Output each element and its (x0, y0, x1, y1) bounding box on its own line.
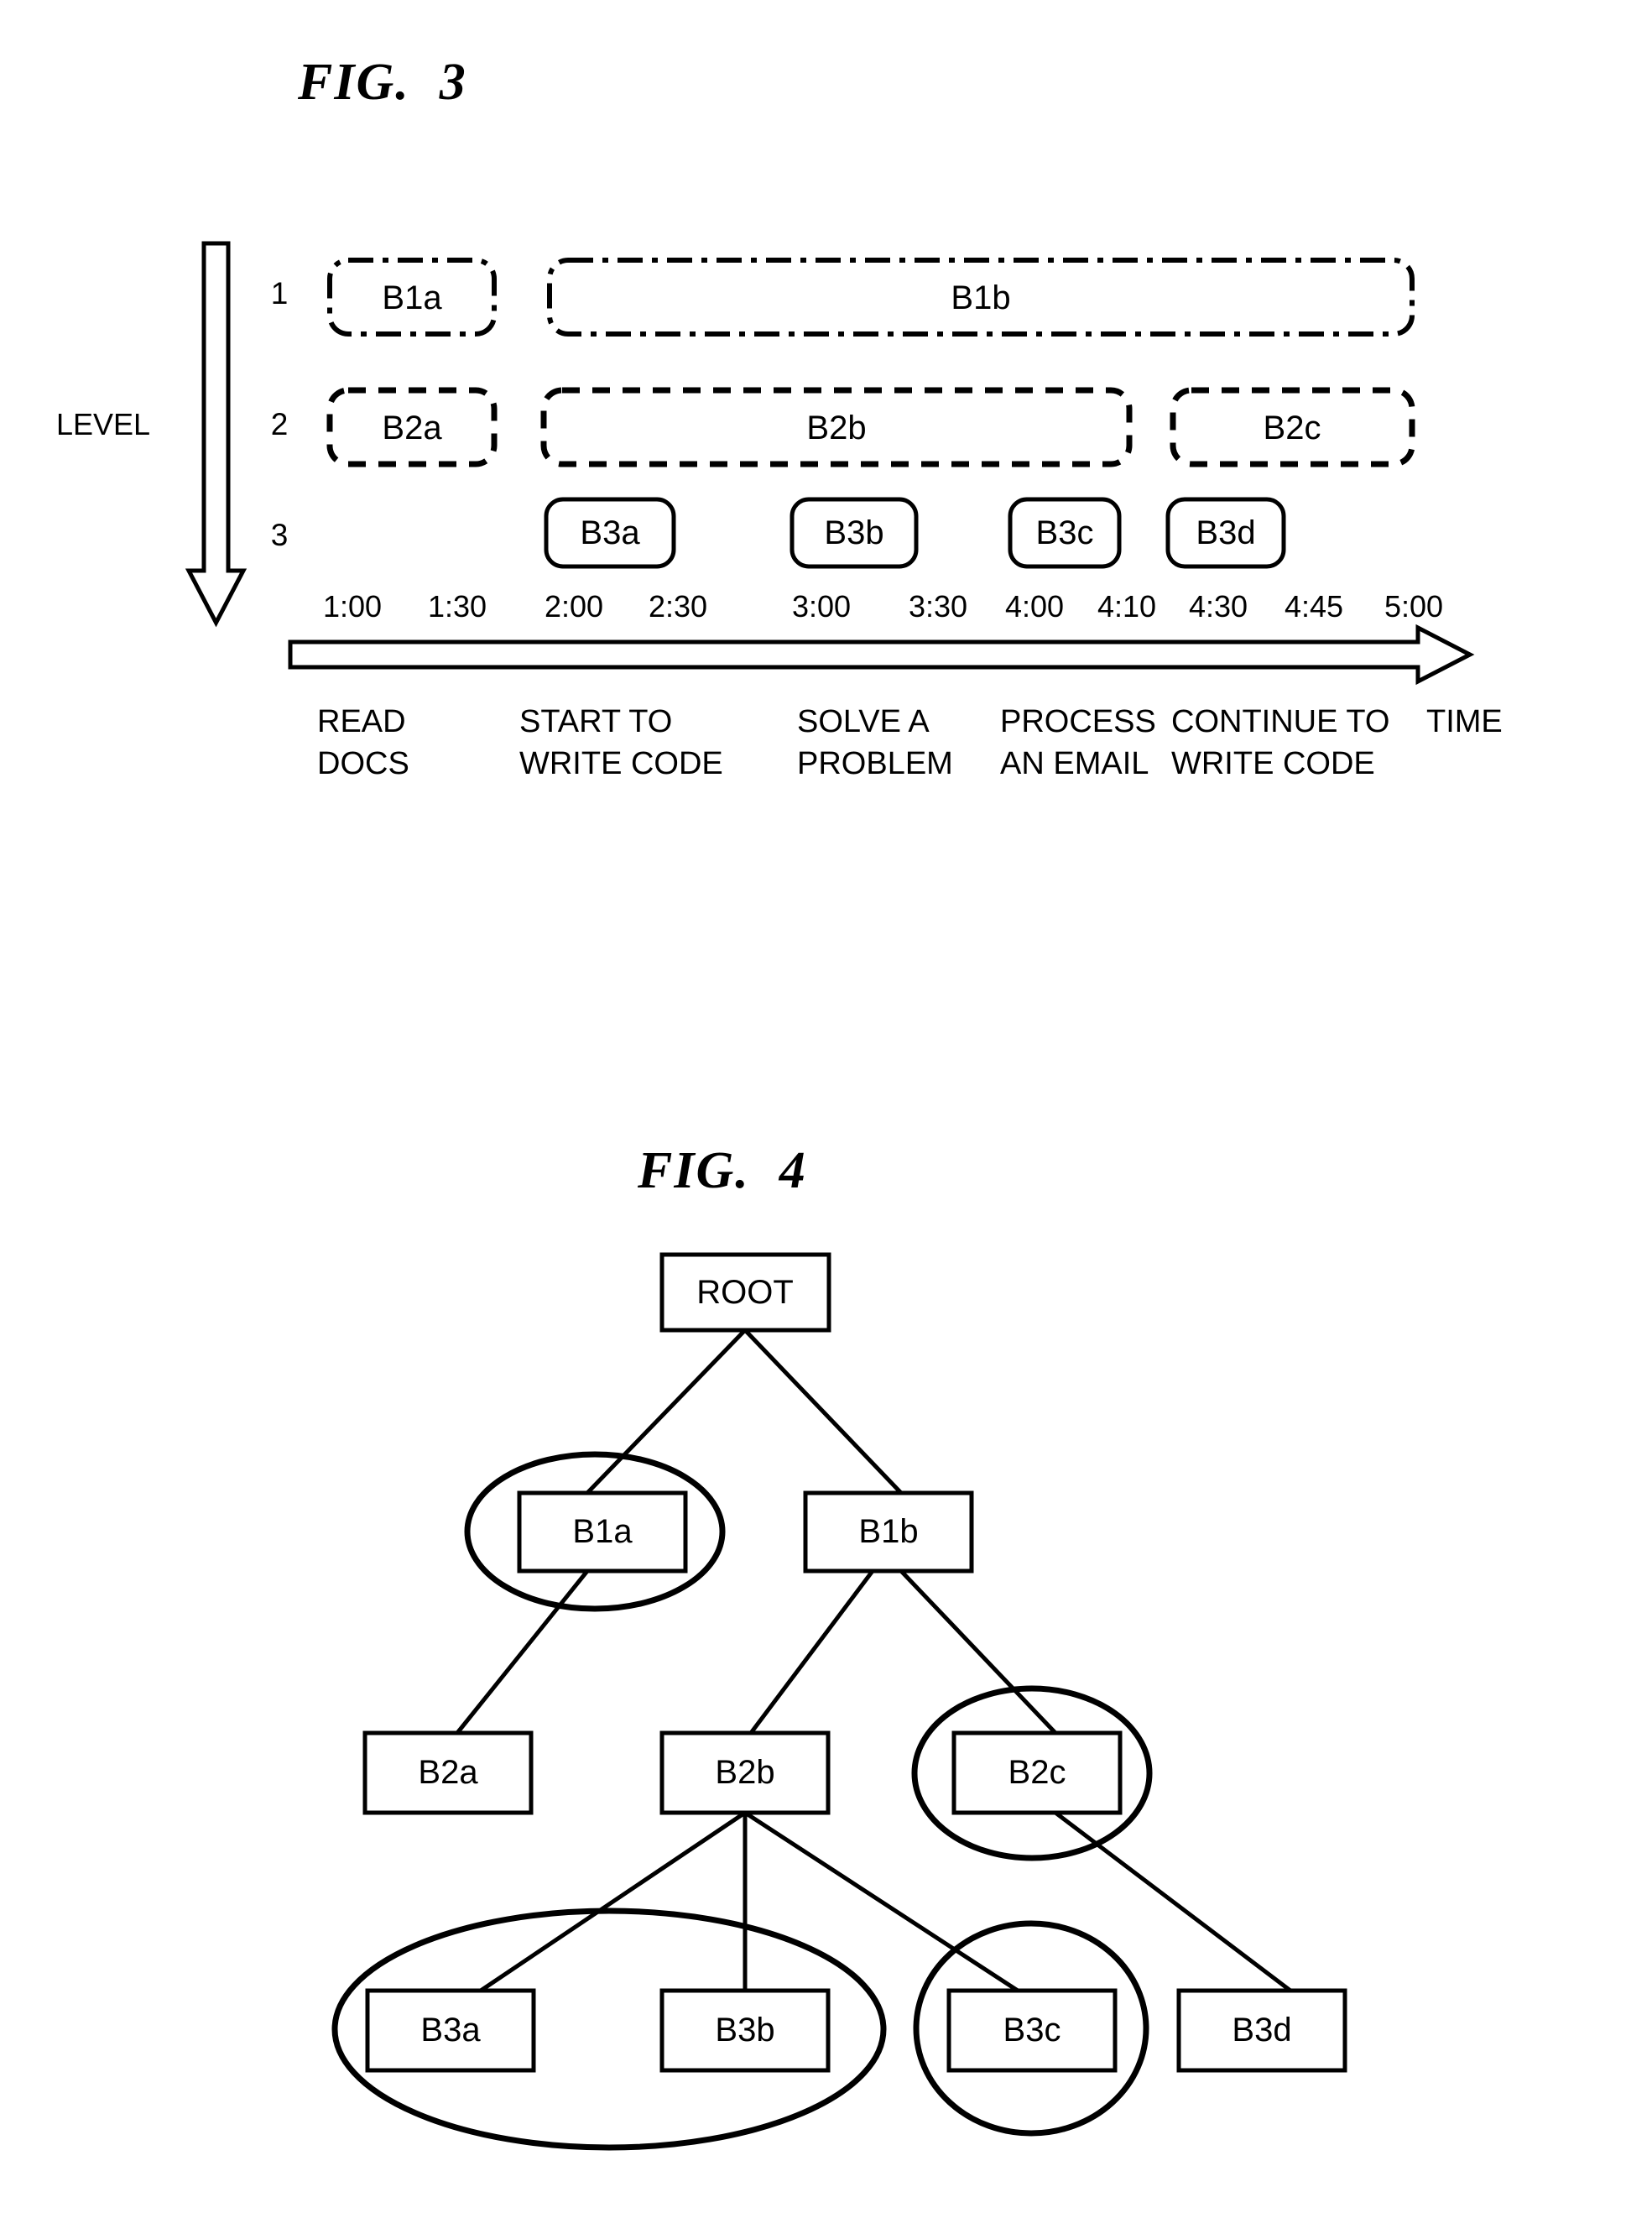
time-tick-0: 1:00 (323, 589, 382, 624)
timeline-block-b2c[interactable]: B2c (1170, 387, 1415, 467)
tree-edges (456, 1328, 1292, 1993)
time-tick-9: 4:45 (1285, 589, 1343, 624)
time-tick-6: 4:00 (1005, 589, 1064, 624)
edge-b1b-b2c (899, 1569, 1057, 1735)
time-tick-4: 3:00 (792, 589, 851, 624)
tree-node-b3b[interactable]: B3b (659, 1988, 831, 2073)
tree-node-root-label: ROOT (696, 1274, 794, 1311)
tree-node-b2c-label: B2c (1008, 1754, 1066, 1791)
tree-node-b1b-label: B1b (858, 1513, 918, 1550)
figure-3-title: FIG. 3 (298, 54, 467, 111)
tree-node-b3d[interactable]: B3d (1176, 1988, 1347, 2073)
figure-4-title: FIG. 4 (638, 1142, 807, 1199)
timeline-block-b3b[interactable]: B3b (790, 497, 919, 569)
timeline-block-b1a-label: B1a (382, 279, 442, 316)
activity-2-line2: PROBLEM (797, 746, 953, 781)
activity-0-line1: READ (317, 704, 406, 739)
time-tick-1: 1:30 (428, 589, 487, 624)
tree-node-b3c-label: B3c (1003, 2012, 1061, 2049)
edge-b1b-b2b (749, 1569, 874, 1735)
activity-1-line2: WRITE CODE (519, 746, 723, 781)
timeline-block-b3c-label: B3c (1036, 514, 1094, 551)
tree-node-b2b-label: B2b (715, 1754, 774, 1791)
timeline-block-b1b[interactable]: B1b (547, 258, 1415, 337)
time-tick-7: 4:10 (1097, 589, 1156, 624)
timeline-block-b2b[interactable]: B2b (540, 387, 1133, 467)
edge-b2b-b3c (743, 1810, 1019, 1993)
time-tick-3: 2:30 (649, 589, 707, 624)
time-axis-label: TIME (1426, 704, 1503, 739)
edge-b2b-b3a (479, 1810, 747, 1993)
activity-4-line2: WRITE CODE (1171, 746, 1375, 781)
edge-b2c-b3d (1054, 1811, 1292, 1992)
activity-1-line1: START TO (519, 704, 672, 739)
level-number-2: 2 (271, 407, 289, 441)
level-number-1: 1 (271, 276, 289, 311)
timeline-block-b3a[interactable]: B3a (544, 497, 676, 569)
time-tick-8: 4:30 (1189, 589, 1248, 624)
timeline-block-b3d[interactable]: B3d (1165, 497, 1286, 569)
time-tick-labels: 1:00 1:30 2:00 2:30 3:00 3:30 4:00 4:10 … (323, 589, 1443, 624)
activity-4-line1: CONTINUE TO (1171, 704, 1389, 739)
activity-3-line1: PROCESS (1000, 704, 1156, 739)
time-tick-5: 3:30 (909, 589, 967, 624)
tree-node-b2a[interactable]: B2a (362, 1730, 534, 1815)
timeline-block-b3c[interactable]: B3c (1008, 497, 1122, 569)
activity-3-line2: AN EMAIL (1000, 746, 1149, 781)
tree-node-b3a[interactable]: B3a (365, 1988, 536, 2073)
activity-captions: READ DOCS START TO WRITE CODE SOLVE A PR… (317, 704, 1503, 781)
tree-node-b1a-label: B1a (572, 1513, 633, 1550)
tree-node-b2b[interactable]: B2b (659, 1730, 831, 1815)
time-tick-10: 5:00 (1384, 589, 1443, 624)
level-axis-label: LEVEL (56, 407, 150, 441)
timeline-block-b3d-label: B3d (1196, 514, 1255, 551)
tree-node-b2a-label: B2a (418, 1754, 478, 1791)
tree-node-b3b-label: B3b (715, 2012, 774, 2049)
tree-node-b1b[interactable]: B1b (803, 1490, 974, 1574)
tree-node-b2c[interactable]: B2c (951, 1730, 1123, 1815)
timeline-block-b2a[interactable]: B2a (326, 387, 498, 467)
tree-node-b1a[interactable]: B1a (517, 1490, 688, 1574)
tree-node-root[interactable]: ROOT (659, 1252, 831, 1333)
timeline-block-b3a-label: B3a (580, 514, 640, 551)
timeline-block-b2b-label: B2b (806, 410, 866, 446)
timeline-block-b1b-label: B1b (951, 279, 1010, 316)
tree-node-b3a-label: B3a (420, 2012, 481, 2049)
level-axis-arrow (185, 241, 248, 628)
activity-2-line1: SOLVE A (797, 704, 930, 739)
figure-3-timeline-diagram: LEVEL 1 2 3 B1a B1b B2a B2b B2c B3a B3b … (56, 241, 1503, 781)
timeline-block-b2c-label: B2c (1264, 410, 1321, 446)
timeline-block-b2a-label: B2a (382, 410, 442, 446)
tree-node-b3c[interactable]: B3c (946, 1988, 1118, 2073)
tree-node-b3d-label: B3d (1232, 2012, 1291, 2049)
figure-4-tree-diagram: ROOT B1a B1b B2a B2b B2c B3a B3b B3c B3d (331, 1252, 1347, 2151)
time-tick-2: 2:00 (545, 589, 603, 624)
timeline-block-b3b-label: B3b (824, 514, 883, 551)
edge-root-b1b (743, 1328, 903, 1495)
level-number-3: 3 (271, 518, 289, 552)
timeline-block-b1a[interactable]: B1a (327, 258, 497, 337)
activity-0-line2: DOCS (317, 746, 409, 781)
time-axis-arrow (288, 624, 1475, 686)
